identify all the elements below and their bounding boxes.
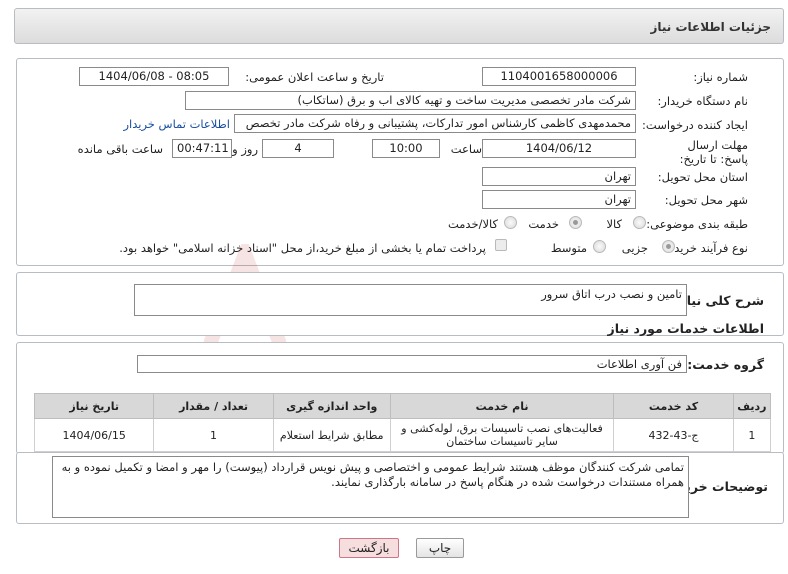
deadline-label: مهلت ارسال پاسخ: تا تاریخ: [679, 138, 748, 166]
announce-datetime-label: تاریخ و ساعت اعلان عمومی: [245, 70, 384, 84]
cell-unit: مطابق شرایط استعلام [272, 418, 391, 452]
cell-row: 1 [732, 418, 772, 452]
process-option-minor: جزیی [621, 241, 648, 255]
deadline-date-field[interactable]: 1404/06/12 [482, 139, 636, 158]
col-row: ردیف [732, 393, 772, 419]
category-option-goods: کالا [606, 217, 622, 231]
province-field[interactable]: تهران [482, 167, 636, 186]
services-section-title: اطلاعات خدمات مورد نیاز [607, 321, 765, 336]
need-number-field[interactable]: 1104001658000006 [482, 67, 636, 86]
payment-checkbox[interactable] [495, 239, 507, 251]
cell-date: 1404/06/15 [33, 418, 155, 452]
payment-note: پرداخت تمام یا بخشی از مبلغ خرید،از محل … [119, 241, 486, 255]
process-radio-medium[interactable] [593, 240, 606, 253]
print-button[interactable]: چاپ [416, 538, 464, 558]
category-radio-service[interactable] [569, 216, 582, 229]
buyer-org-label: نام دستگاه خریدار: [657, 94, 748, 108]
category-label: طبقه بندی موضوعی: [646, 217, 748, 231]
need-number-label: شماره نیاز: [693, 70, 748, 84]
buyer-notes-field[interactable]: تمامی شرکت کنندگان موظف هستند شرایط عموم… [52, 456, 689, 518]
col-date: تاریخ نیاز [33, 393, 155, 419]
category-radio-goods-service[interactable] [504, 216, 517, 229]
process-option-medium: متوسط [550, 241, 587, 255]
service-group-label: گروه خدمت: [687, 357, 764, 372]
province-label: استان محل تحویل: [657, 170, 748, 184]
table-row[interactable]: 1 ج-43-432 فعالیت‌های نصب تاسیسات برق، ل… [33, 418, 772, 452]
col-code: کد خدمت [613, 393, 734, 419]
remaining-time-field[interactable]: 00:47:11 [172, 139, 232, 158]
cell-name: فعالیت‌های نصب تاسیسات برق، لوله‌کشی و س… [389, 418, 615, 452]
need-details-panel [16, 58, 784, 266]
page-title: جزئیات اطلاعات نیاز [650, 20, 771, 34]
requester-label: ایجاد کننده درخواست: [642, 118, 748, 132]
category-radio-goods[interactable] [633, 216, 646, 229]
category-option-service: خدمت [528, 217, 559, 231]
buyer-contact-link[interactable]: اطلاعات تماس خریدار [123, 117, 230, 131]
city-field[interactable]: تهران [482, 190, 636, 209]
back-button[interactable]: بازگشت [339, 538, 399, 558]
services-table-header: ردیف کد خدمت نام خدمت واحد اندازه گیری ت… [33, 393, 772, 419]
col-unit: واحد اندازه گیری [272, 393, 391, 419]
summary-label: شرح کلی نیاز: [674, 293, 764, 308]
service-group-field[interactable]: فن آوری اطلاعات [137, 355, 687, 373]
cell-qty: 1 [153, 418, 274, 452]
services-table-wrap: ردیف کد خدمت نام خدمت واحد اندازه گیری ت… [33, 393, 772, 452]
announce-datetime-field[interactable]: 1404/06/08 - 08:05 [79, 67, 229, 86]
buyer-org-field[interactable]: شرکت مادر تخصصی مدیریت ساخت و تهیه کالای… [185, 91, 636, 110]
process-radio-minor[interactable] [662, 240, 675, 253]
time-label: ساعت [450, 142, 482, 156]
days-label: روز و [232, 142, 258, 156]
requester-field[interactable]: محمدمهدی کاظمی کارشناس امور تدارکات، پشت… [234, 114, 636, 133]
remaining-label: ساعت باقی مانده [77, 142, 163, 156]
cell-code: ج-43-432 [613, 418, 734, 452]
col-qty: تعداد / مقدار [153, 393, 274, 419]
services-table: ردیف کد خدمت نام خدمت واحد اندازه گیری ت… [33, 393, 772, 452]
summary-field[interactable]: تامین و نصب درب اتاق سرور [134, 284, 687, 316]
process-label: نوع فرآیند خرید : [666, 241, 748, 255]
deadline-time-field[interactable]: 10:00 [372, 139, 440, 158]
city-label: شهر محل تحویل: [664, 193, 748, 207]
col-name: نام خدمت [389, 393, 615, 419]
page-header: جزئیات اطلاعات نیاز [14, 8, 784, 44]
days-count-field[interactable]: 4 [262, 139, 334, 158]
category-option-goods-service: کالا/خدمت [447, 217, 498, 231]
